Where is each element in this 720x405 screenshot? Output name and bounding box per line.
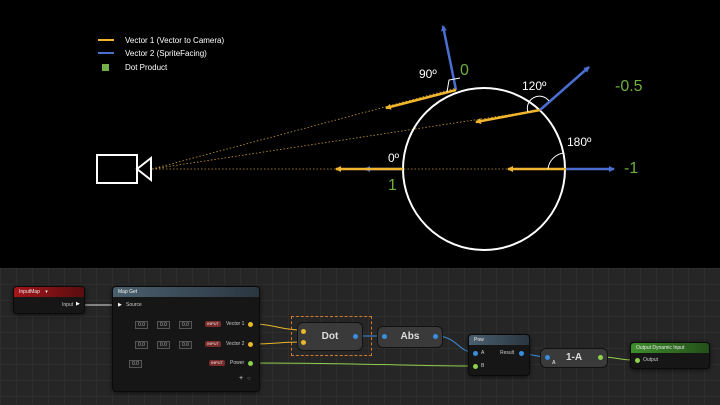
pow-a-label: A bbox=[481, 350, 485, 356]
abs-title: Abs bbox=[400, 331, 420, 342]
pow-result-label: Result bbox=[500, 350, 515, 356]
sight-line-top bbox=[151, 87, 457, 170]
inputmap-pin-label: Input bbox=[62, 302, 74, 308]
vec1-label: Vector 1 bbox=[226, 321, 245, 327]
vec1-out-pin[interactable] bbox=[248, 322, 253, 327]
legend-vector1: Vector 1 (Vector to Camera) bbox=[98, 36, 224, 45]
camera-icon bbox=[96, 154, 152, 184]
legend-vector2: Vector 2 (SpriteFacing) bbox=[98, 49, 207, 58]
abs-out-pin[interactable] bbox=[433, 334, 438, 339]
legend-vector2-swatch bbox=[98, 52, 114, 54]
power-input-tag: INPUT bbox=[209, 360, 225, 366]
source-label: Source bbox=[126, 302, 142, 308]
dot-title: Dot bbox=[321, 331, 339, 342]
vec2-label: Vector 2 bbox=[226, 341, 245, 347]
inputmap-title: InputMap bbox=[19, 289, 40, 295]
angle-arc-180 bbox=[547, 152, 565, 170]
vec1-z-field[interactable]: 0.0 bbox=[179, 321, 192, 329]
pow-node[interactable]: Pow A Result B bbox=[468, 334, 530, 376]
mapget-title: Map Get bbox=[118, 289, 138, 295]
one-minus-a-label: A bbox=[552, 360, 556, 366]
vec2-x-field[interactable]: 0.0 bbox=[135, 341, 148, 349]
one-minus-out-pin[interactable] bbox=[598, 355, 603, 360]
ring-pin-icon[interactable]: ○ bbox=[247, 376, 251, 382]
abs-in-pin[interactable] bbox=[382, 334, 387, 339]
vec2-input-tag: INPUT bbox=[205, 341, 221, 347]
output-title: Output Dynamic Input bbox=[636, 345, 685, 351]
inputmap-node[interactable]: InputMap ▾ Input ▶ bbox=[13, 286, 85, 314]
mapget-header: Map Get bbox=[113, 287, 259, 297]
vec1-y-field[interactable]: 0.0 bbox=[157, 321, 170, 329]
dot-value-180: -1 bbox=[624, 160, 639, 177]
abs-node[interactable]: Abs bbox=[377, 326, 443, 348]
legend-dot: Dot Product bbox=[98, 63, 167, 72]
dot-value-120: -0.5 bbox=[615, 78, 643, 95]
one-minus-a-pin[interactable] bbox=[545, 355, 550, 360]
chevron-down-icon[interactable]: ▾ bbox=[45, 289, 48, 295]
vector2-120 bbox=[539, 66, 590, 111]
dot-in-b-pin[interactable] bbox=[301, 340, 306, 345]
vector-diagram: Vector 1 (Vector to Camera) Vector 2 (Sp… bbox=[0, 0, 720, 268]
output-header: Output Dynamic Input bbox=[631, 343, 709, 353]
power-out-pin[interactable] bbox=[248, 361, 253, 366]
legend-vector2-label: Vector 2 (SpriteFacing) bbox=[125, 49, 207, 58]
pow-result-pin[interactable] bbox=[519, 351, 524, 356]
pow-a-pin[interactable] bbox=[473, 351, 478, 356]
angle-label-120: 120º bbox=[522, 79, 547, 93]
angle-label-180: 180º bbox=[567, 135, 592, 149]
legend-dot-swatch bbox=[102, 64, 109, 71]
dot-out-pin[interactable] bbox=[353, 334, 358, 339]
add-pin-icon[interactable]: + bbox=[239, 375, 243, 382]
vector1-90 bbox=[385, 88, 457, 110]
angle-label-90: 90º bbox=[419, 67, 437, 81]
dot-node[interactable]: Dot bbox=[297, 322, 363, 351]
dot-value-90: 0 bbox=[460, 62, 469, 79]
vec2-z-field[interactable]: 0.0 bbox=[179, 341, 192, 349]
pow-b-label: B bbox=[481, 363, 485, 369]
pow-b-pin[interactable] bbox=[473, 364, 478, 369]
node-graph-panel[interactable]: InputMap ▾ Input ▶ Map Get ▶ Source 0.0 … bbox=[0, 268, 720, 405]
vector1-120 bbox=[475, 108, 541, 125]
dot-value-0: 1 bbox=[388, 177, 397, 194]
vec1-x-field[interactable]: 0.0 bbox=[135, 321, 148, 329]
output-pin-label: Output bbox=[643, 357, 659, 363]
power-label: Power bbox=[230, 360, 245, 366]
source-exec-pin-icon[interactable]: ▶ bbox=[118, 302, 122, 308]
legend-dot-label: Dot Product bbox=[125, 63, 168, 72]
angle-label-0: 0º bbox=[388, 151, 400, 165]
one-minus-title: 1-A bbox=[565, 352, 583, 363]
output-in-pin[interactable] bbox=[635, 358, 640, 363]
one-minus-node[interactable]: A 1-A bbox=[540, 348, 608, 368]
power-field[interactable]: 0.0 bbox=[129, 360, 142, 368]
pow-header: Pow bbox=[469, 335, 529, 345]
pow-title: Pow bbox=[474, 337, 484, 343]
sight-line-mid bbox=[151, 109, 541, 170]
legend-vector1-swatch bbox=[98, 39, 114, 41]
legend-vector1-label: Vector 1 (Vector to Camera) bbox=[125, 36, 225, 45]
exec-pin-icon[interactable]: ▶ bbox=[76, 301, 80, 307]
dot-in-a-pin[interactable] bbox=[301, 329, 306, 334]
output-node[interactable]: Output Dynamic Input Output bbox=[630, 342, 710, 369]
mapget-node[interactable]: Map Get ▶ Source 0.0 0.0 0.0 INPUT Vecto… bbox=[112, 286, 260, 392]
inputmap-header: InputMap ▾ bbox=[14, 287, 84, 297]
vec1-input-tag: INPUT bbox=[205, 321, 221, 327]
vec2-y-field[interactable]: 0.0 bbox=[157, 341, 170, 349]
vec2-out-pin[interactable] bbox=[248, 342, 253, 347]
